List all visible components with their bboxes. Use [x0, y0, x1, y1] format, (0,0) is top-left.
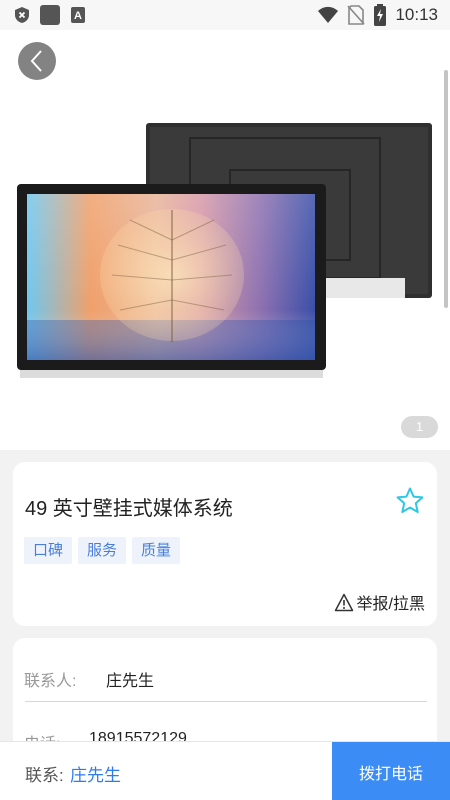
page-indicator: 1	[401, 416, 438, 438]
tag: 质量	[132, 537, 181, 564]
product-gallery[interactable]: 1	[0, 30, 450, 450]
report-label: 举报/拉黑	[356, 596, 425, 613]
product-title: 49 英寸壁挂式媒体系统	[25, 498, 233, 520]
app-square-icon	[40, 5, 60, 25]
tag: 口碑	[24, 537, 73, 564]
divider	[25, 701, 427, 702]
contact-label: 联系:	[25, 766, 64, 785]
battery-charging-icon	[374, 4, 387, 26]
contact-name: 庄先生	[70, 766, 121, 785]
clock: 10:13	[395, 5, 438, 24]
tag-list: 口碑 服务 质量	[24, 537, 181, 564]
shield-x-icon	[15, 7, 29, 23]
back-button[interactable]	[18, 42, 56, 80]
wifi-icon	[318, 6, 339, 23]
chevron-left-icon	[30, 50, 42, 72]
contact-person-label: 联系人:	[24, 673, 77, 690]
svg-text:A: A	[74, 10, 82, 22]
tag: 服务	[78, 537, 127, 564]
bottom-bar: 联系: 庄先生 拨打电话	[0, 741, 450, 800]
favorite-button[interactable]	[395, 486, 425, 516]
report-block-button[interactable]: 举报/拉黑	[334, 590, 425, 614]
no-sim-icon	[347, 5, 366, 25]
font-a-icon: A	[71, 7, 85, 23]
status-bar: A 10:13	[0, 0, 450, 30]
scrollbar[interactable]	[444, 70, 448, 308]
call-button[interactable]: 拨打电话	[332, 742, 450, 800]
star-outline-icon	[396, 487, 424, 513]
product-image	[17, 123, 432, 378]
warning-icon	[334, 593, 353, 611]
product-info-card: 49 英寸壁挂式媒体系统 口碑 服务 质量 举报/拉黑	[13, 462, 437, 626]
contact-person-value: 庄先生	[106, 673, 155, 690]
